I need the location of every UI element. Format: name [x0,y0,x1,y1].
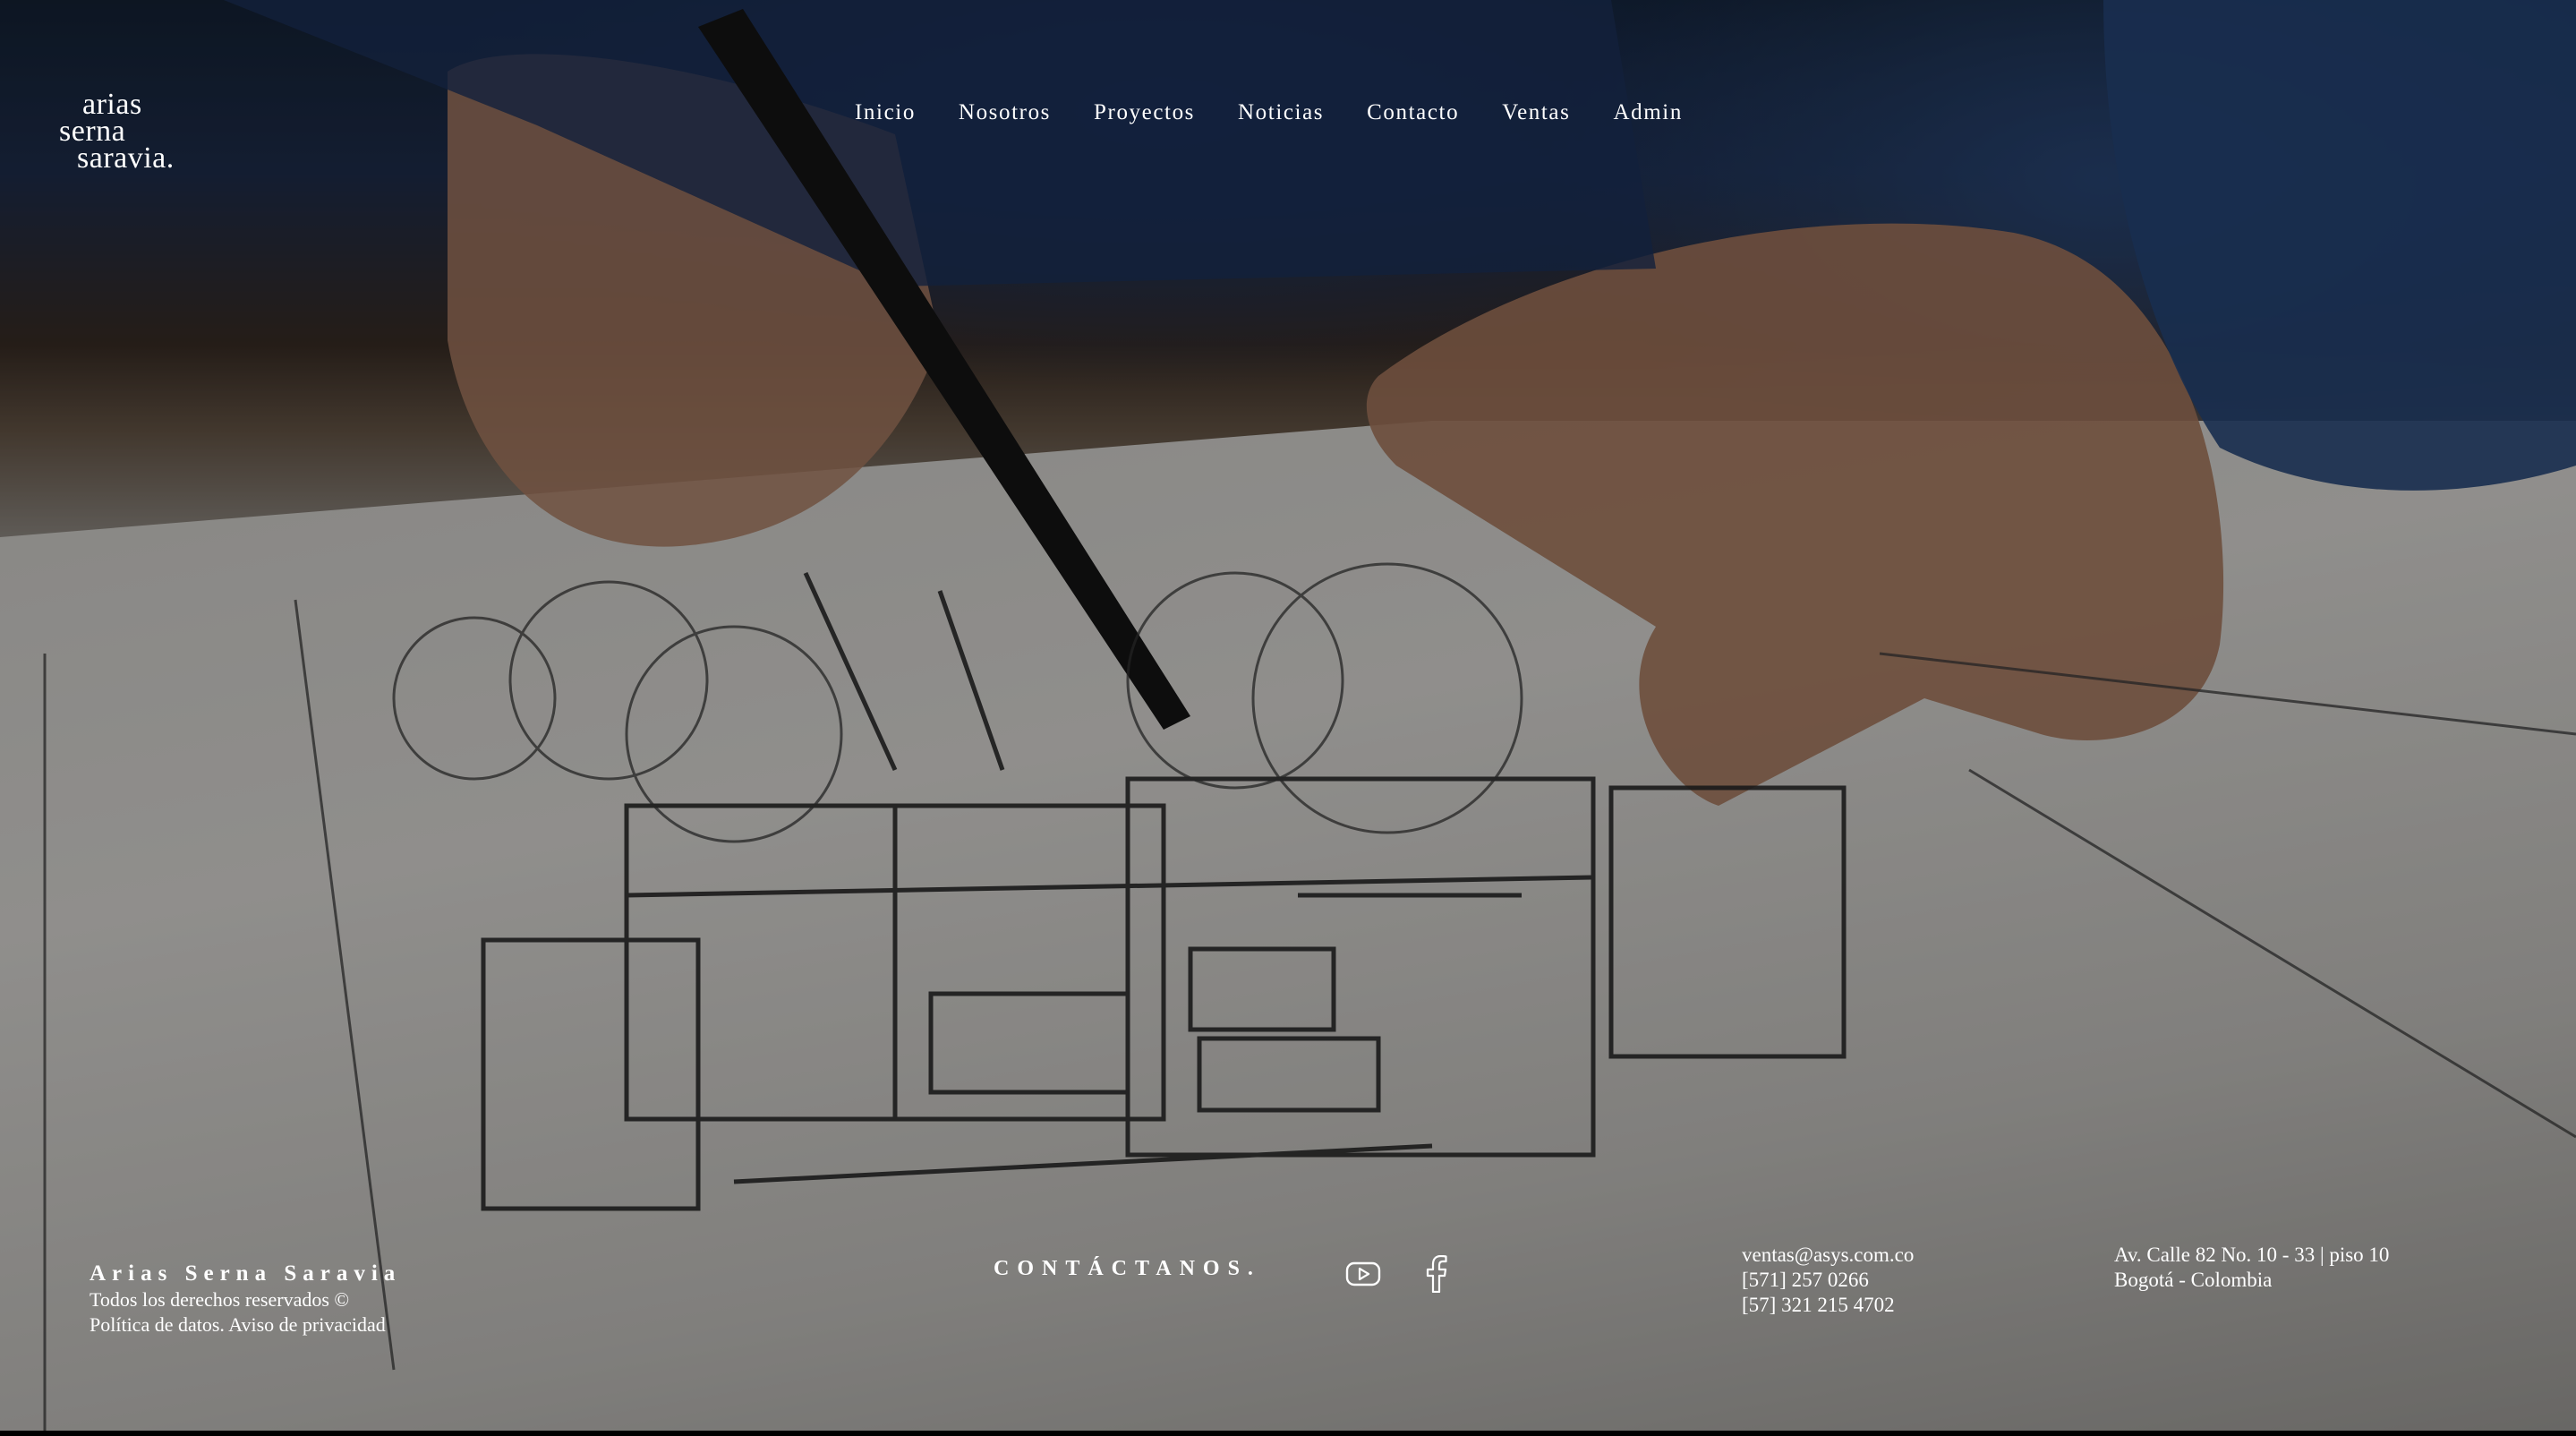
dark-overlay [0,0,2576,1436]
social-links [1343,1253,1457,1295]
page: arias serna saravia. Inicio Nosotros Pro… [0,0,2576,1436]
nav-item-proyectos[interactable]: Proyectos [1094,100,1195,125]
address-line-1: Av. Calle 82 No. 10 - 33 | piso 10 [2114,1244,2390,1266]
youtube-icon[interactable] [1343,1253,1384,1295]
logo-line-3: saravia. [77,141,175,175]
nav-item-admin[interactable]: Admin [1613,100,1682,125]
footer-company-name: Arias Serna Saravia [90,1261,402,1286]
contact-phone-2[interactable]: [57] 321 215 4702 [1742,1293,1914,1318]
facebook-icon[interactable] [1416,1253,1457,1295]
nav-item-nosotros[interactable]: Nosotros [959,100,1051,125]
bottom-bar [0,1431,2576,1436]
contact-title[interactable]: CONTÁCTANOS. [994,1257,1261,1281]
nav-item-contacto[interactable]: Contacto [1367,100,1459,125]
contact-info: ventas@asys.com.co [571] 257 0266 [57] 3… [1742,1243,1914,1318]
address-line-2: Bogotá - Colombia [2114,1269,2273,1291]
main-nav: Inicio Nosotros Proyectos Noticias Conta… [855,100,1726,125]
nav-item-inicio[interactable]: Inicio [855,100,916,125]
contact-email[interactable]: ventas@asys.com.co [1742,1243,1914,1268]
contact-phone-1[interactable]: [571] 257 0266 [1742,1268,1914,1293]
address: Av. Calle 82 No. 10 - 33 | piso 10 Bogot… [2114,1243,2389,1293]
footer-privacy-link[interactable]: Política de datos. Aviso de privacidad [90,1312,555,1338]
nav-item-noticias[interactable]: Noticias [1238,100,1324,125]
logo[interactable]: arias serna saravia. [57,90,200,175]
nav-item-ventas[interactable]: Ventas [1502,100,1570,125]
footer-brand: Arias Serna Saravia Todos los derechos r… [90,1261,555,1338]
footer-rights: Todos los derechos reservados © [90,1288,350,1311]
